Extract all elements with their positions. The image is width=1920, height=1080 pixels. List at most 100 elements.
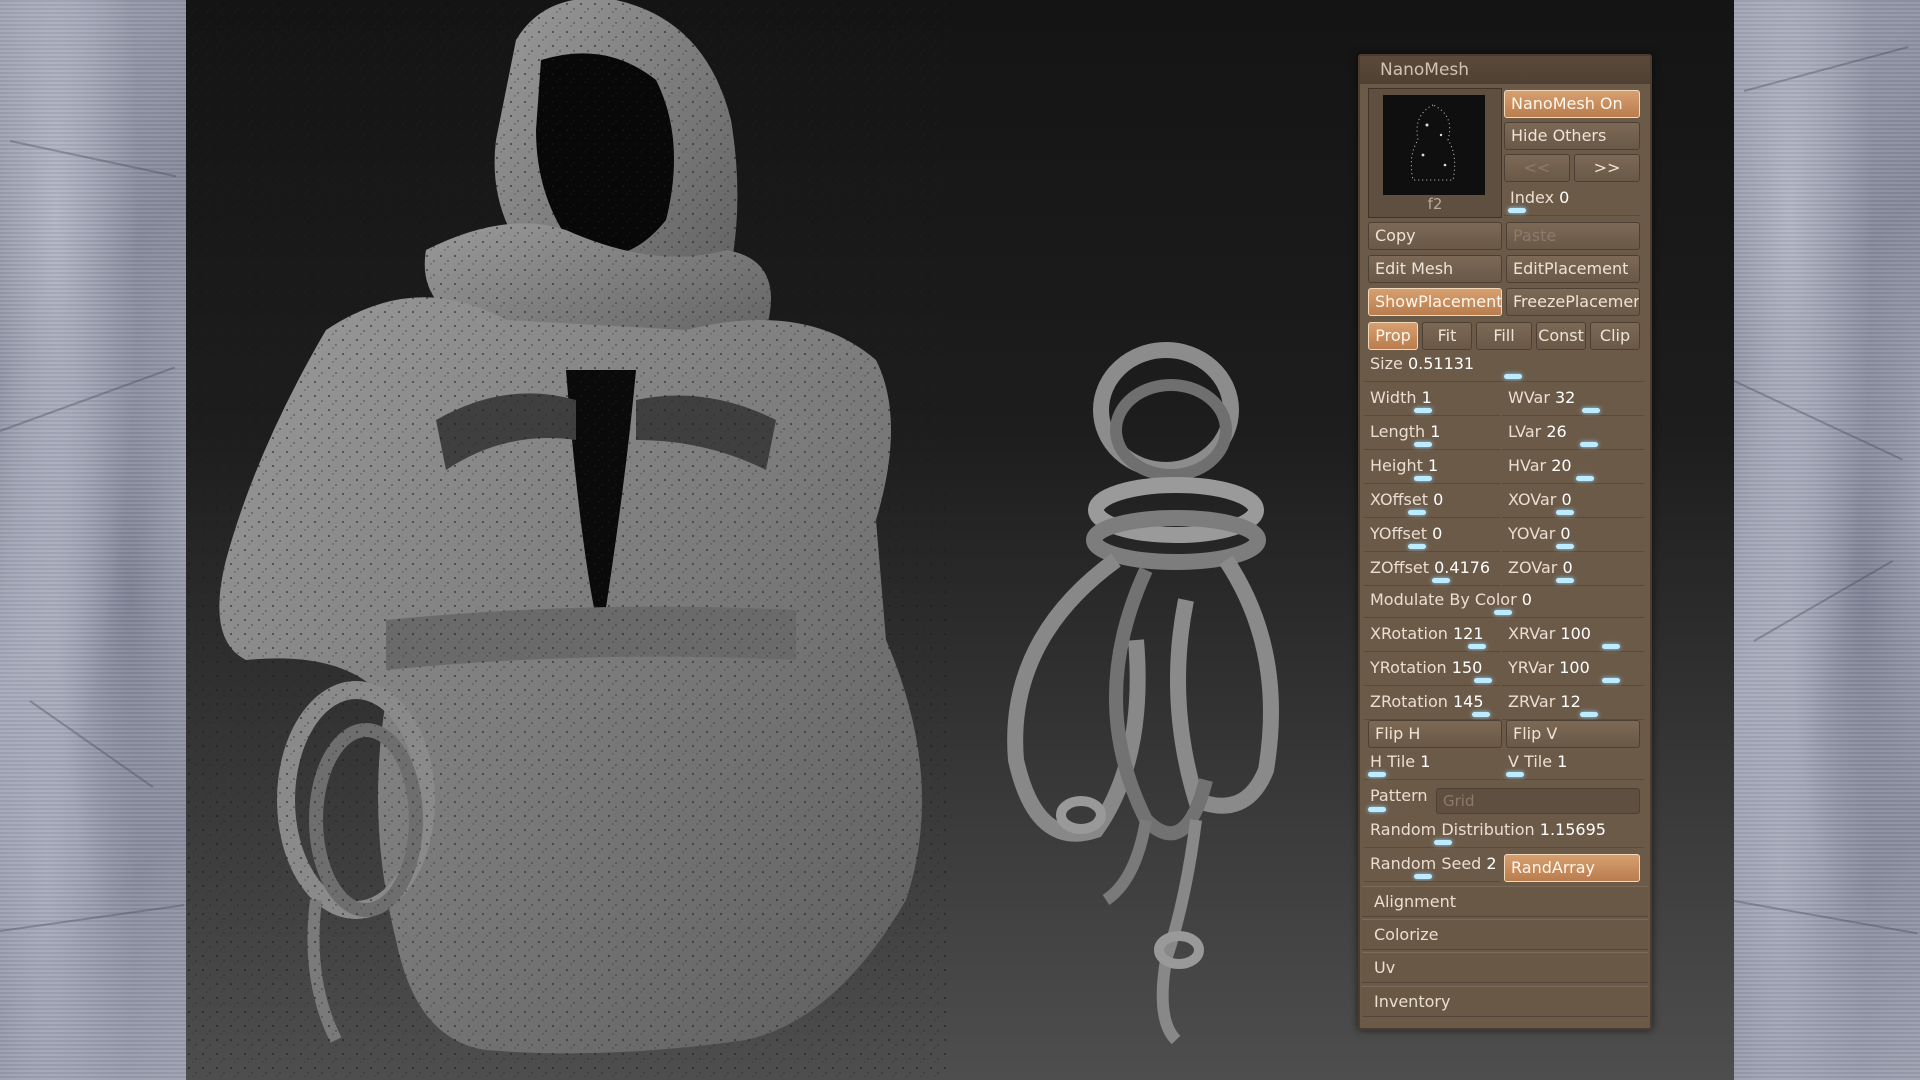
lvar-slider-handle[interactable] bbox=[1580, 442, 1598, 447]
pattern-slider-handle[interactable] bbox=[1368, 807, 1386, 812]
xrotation-value: 121 bbox=[1452, 624, 1484, 643]
zoffset-slider[interactable]: ZOffset 0.4176 bbox=[1364, 556, 1500, 586]
zrotation-slider-handle[interactable] bbox=[1472, 712, 1490, 717]
xrotation-slider[interactable]: XRotation 121 bbox=[1364, 622, 1500, 652]
v-tile-slider-handle[interactable] bbox=[1506, 772, 1524, 777]
random-seed-slider[interactable]: Random Seed 2 bbox=[1364, 852, 1500, 882]
zrvar-slider-handle[interactable] bbox=[1580, 712, 1598, 717]
yrotation-slider-handle[interactable] bbox=[1474, 678, 1492, 683]
length-value: 1 bbox=[1430, 422, 1441, 441]
zrotation-label: ZRotation bbox=[1370, 692, 1448, 711]
yovar-slider-handle[interactable] bbox=[1556, 544, 1574, 549]
yovar-value: 0 bbox=[1560, 524, 1571, 543]
modulate-by-color-slider[interactable]: Modulate By Color 0 bbox=[1364, 588, 1644, 618]
xoffset-slider[interactable]: XOffset 0 bbox=[1364, 488, 1500, 518]
section-inventory[interactable]: Inventory bbox=[1362, 986, 1648, 1017]
panel-title[interactable]: NanoMesh bbox=[1360, 56, 1650, 84]
width-slider-handle[interactable] bbox=[1414, 408, 1432, 413]
copy-button[interactable]: Copy bbox=[1368, 222, 1502, 250]
mode-clip-button[interactable]: Clip bbox=[1590, 322, 1640, 350]
yrotation-value: 150 bbox=[1451, 658, 1483, 677]
mode-const-button[interactable]: Const bbox=[1536, 322, 1586, 350]
rand-array-button[interactable]: RandArray bbox=[1504, 854, 1640, 882]
paper-background-right bbox=[1733, 0, 1920, 1080]
size-slider[interactable]: Size 0.51131 bbox=[1364, 352, 1644, 382]
pattern-label: Pattern bbox=[1370, 786, 1428, 805]
height-slider[interactable]: Height 1 bbox=[1364, 454, 1500, 484]
flip-h-button[interactable]: Flip H bbox=[1368, 720, 1502, 748]
yrotation-slider[interactable]: YRotation 150 bbox=[1364, 656, 1500, 686]
zoffset-slider-handle[interactable] bbox=[1432, 578, 1450, 583]
yrvar-slider-handle[interactable] bbox=[1602, 678, 1620, 683]
xrotation-slider-handle[interactable] bbox=[1468, 644, 1486, 649]
paste-button[interactable]: Paste bbox=[1506, 222, 1640, 250]
random-distribution-slider-handle[interactable] bbox=[1434, 840, 1452, 845]
hvar-slider[interactable]: HVar 20 bbox=[1502, 454, 1644, 484]
h-tile-slider-handle[interactable] bbox=[1368, 772, 1386, 777]
flip-v-button[interactable]: Flip V bbox=[1506, 720, 1640, 748]
lvar-slider[interactable]: LVar 26 bbox=[1502, 420, 1644, 450]
edit-placement-button[interactable]: EditPlacement bbox=[1506, 255, 1640, 283]
modulate-slider-handle[interactable] bbox=[1494, 610, 1512, 615]
v-tile-value: 1 bbox=[1557, 752, 1568, 771]
freeze-placement-button[interactable]: FreezePlacemer bbox=[1506, 288, 1640, 316]
wvar-label: WVar bbox=[1508, 388, 1550, 407]
xrvar-slider-handle[interactable] bbox=[1602, 644, 1620, 649]
zrvar-slider[interactable]: ZRVar 12 bbox=[1502, 690, 1644, 720]
random-distribution-slider[interactable]: Random Distribution 1.15695 bbox=[1364, 818, 1644, 848]
xoffset-label: XOffset bbox=[1370, 490, 1429, 509]
section-colorize[interactable]: Colorize bbox=[1362, 919, 1648, 950]
yoffset-slider[interactable]: YOffset 0 bbox=[1364, 522, 1500, 552]
h-tile-slider[interactable]: H Tile 1 bbox=[1364, 750, 1500, 780]
hvar-slider-handle[interactable] bbox=[1576, 476, 1594, 481]
v-tile-slider[interactable]: V Tile 1 bbox=[1502, 750, 1644, 780]
zrotation-slider[interactable]: ZRotation 145 bbox=[1364, 690, 1500, 720]
xovar-value: 0 bbox=[1561, 490, 1572, 509]
yrvar-label: YRVar bbox=[1508, 658, 1555, 677]
length-slider-handle[interactable] bbox=[1414, 442, 1432, 447]
yoffset-value: 0 bbox=[1432, 524, 1443, 543]
mode-fill-button[interactable]: Fill bbox=[1476, 322, 1532, 350]
yrvar-slider[interactable]: YRVar 100 bbox=[1502, 656, 1644, 686]
v-tile-label: V Tile bbox=[1508, 752, 1553, 771]
show-placement-button[interactable]: ShowPlacement bbox=[1368, 288, 1502, 316]
section-uv[interactable]: Uv bbox=[1362, 952, 1648, 983]
xrvar-slider[interactable]: XRVar 100 bbox=[1502, 622, 1644, 652]
index-slider[interactable]: Index 0 bbox=[1504, 186, 1640, 216]
yoffset-slider-handle[interactable] bbox=[1408, 544, 1426, 549]
index-slider-handle[interactable] bbox=[1508, 208, 1526, 213]
mode-prop-button[interactable]: Prop bbox=[1368, 322, 1418, 350]
height-slider-handle[interactable] bbox=[1414, 476, 1432, 481]
mode-fit-button[interactable]: Fit bbox=[1422, 322, 1472, 350]
xovar-slider-handle[interactable] bbox=[1556, 510, 1574, 515]
zoffset-value: 0.4176 bbox=[1434, 558, 1491, 577]
xrvar-label: XRVar bbox=[1508, 624, 1556, 643]
wvar-slider-handle[interactable] bbox=[1582, 408, 1600, 413]
size-slider-handle[interactable] bbox=[1504, 374, 1522, 379]
width-slider[interactable]: Width 1 bbox=[1364, 386, 1500, 416]
next-button[interactable]: >> bbox=[1574, 154, 1640, 182]
edit-mesh-button[interactable]: Edit Mesh bbox=[1368, 255, 1502, 283]
zovar-slider[interactable]: ZOVar 0 bbox=[1502, 556, 1644, 586]
zovar-slider-handle[interactable] bbox=[1556, 578, 1574, 583]
wvar-slider[interactable]: WVar 32 bbox=[1502, 386, 1644, 416]
previous-button[interactable]: << bbox=[1504, 154, 1570, 182]
length-slider[interactable]: Length 1 bbox=[1364, 420, 1500, 450]
hide-others-button[interactable]: Hide Others bbox=[1504, 122, 1640, 150]
yovar-slider[interactable]: YOVar 0 bbox=[1502, 522, 1644, 552]
pattern-field[interactable]: Grid bbox=[1436, 788, 1640, 814]
nanomesh-on-button[interactable]: NanoMesh On bbox=[1504, 90, 1640, 118]
modulate-label: Modulate By Color bbox=[1370, 590, 1517, 609]
nanomesh-thumbnail[interactable]: f2 bbox=[1368, 88, 1502, 218]
random-distribution-value: 1.15695 bbox=[1539, 820, 1606, 839]
paper-background-left bbox=[0, 0, 186, 1080]
height-label: Height bbox=[1370, 456, 1423, 475]
length-label: Length bbox=[1370, 422, 1426, 441]
xovar-slider[interactable]: XOVar 0 bbox=[1502, 488, 1644, 518]
xrotation-label: XRotation bbox=[1370, 624, 1448, 643]
random-seed-slider-handle[interactable] bbox=[1414, 874, 1432, 879]
section-alignment[interactable]: Alignment bbox=[1362, 886, 1648, 917]
pattern-slider[interactable]: Pattern bbox=[1364, 784, 1436, 814]
yrotation-label: YRotation bbox=[1370, 658, 1447, 677]
xoffset-slider-handle[interactable] bbox=[1408, 510, 1426, 515]
